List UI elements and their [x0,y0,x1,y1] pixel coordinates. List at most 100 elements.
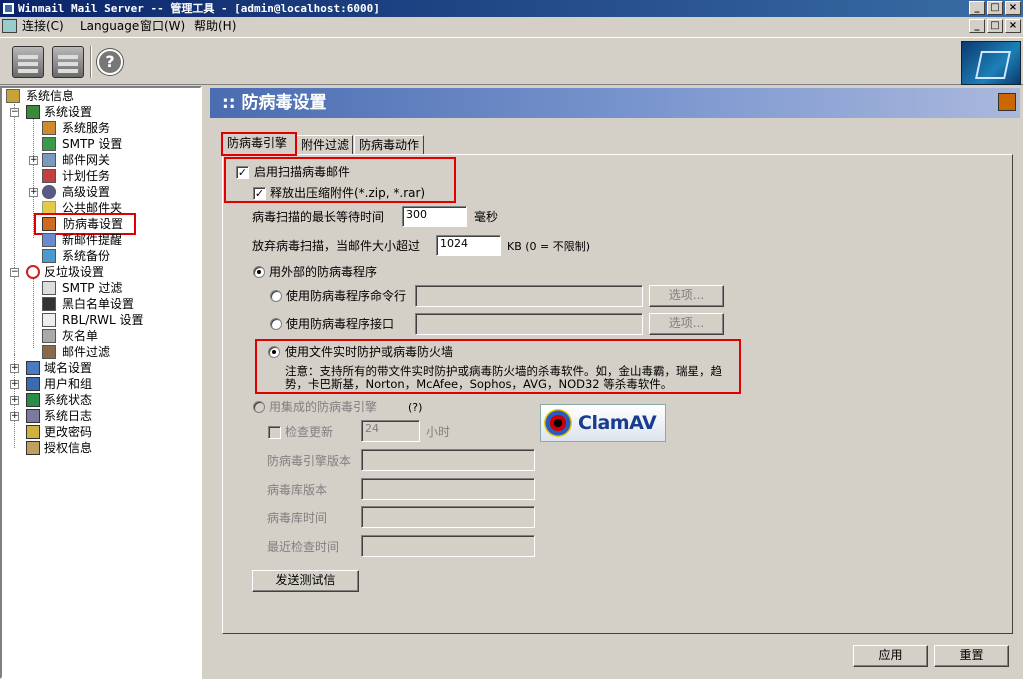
mdi-close-button[interactable]: × [1005,19,1021,33]
use-interface-label: 使用防病毒程序接口 [286,317,395,331]
connect-icon [2,19,17,33]
filter-icon [42,281,56,295]
release-compressed-label: 释放出压缩附件(*.zip, *.rar) [270,186,426,200]
menu-connect[interactable]: 连接(C) [22,19,64,34]
service-icon [42,121,56,135]
user-icon [42,297,56,311]
help-icon[interactable]: ? [97,49,123,75]
interface-options-button[interactable]: 选项... [649,313,724,335]
release-compressed-checkbox[interactable]: ✓ [253,187,266,200]
cmdline-input[interactable] [415,285,643,307]
engine-version-label: 防病毒引擎版本 [267,454,352,468]
engine-version-field [361,449,535,471]
log-icon [26,409,40,423]
last-check-field [361,535,535,557]
db-version-field [361,478,535,500]
tree-item-antivirus-settings[interactable]: 防病毒设置 [34,213,136,235]
use-builtin-label: 用集成的防病毒引擎 [269,400,378,414]
last-check-label: 最近检查时间 [267,540,340,554]
minimize-button[interactable]: _ [969,1,985,15]
tab-panel [222,154,1013,634]
expand-icon[interactable]: + [10,396,19,405]
apply-button[interactable]: 应用 [853,645,928,667]
key-icon [26,425,40,439]
use-external-label: 用外部的防病毒程序 [269,265,378,279]
skip-size-label: 放弃病毒扫描，当邮件大小超过 [252,239,421,253]
toolbar: ? [0,37,1023,85]
backup-icon [42,249,56,263]
use-cmdline-radio[interactable] [270,290,282,302]
max-wait-label: 病毒扫描的最长等待时间 [252,210,385,224]
clamav-logo: ClamAV [540,404,666,442]
toolbar-separator [90,46,92,78]
reset-button[interactable]: 重置 [934,645,1009,667]
max-wait-input[interactable]: 300 [402,206,467,227]
status-icon [26,393,40,407]
db-time-field [361,506,535,528]
winmail-logo [961,41,1021,85]
domain-icon [26,361,40,375]
filter-icon [42,345,56,359]
connect-server-icon[interactable] [12,46,44,78]
use-realtime-label: 使用文件实时防护或病毒防火墙 [285,345,454,359]
info-icon [6,89,20,103]
cmdline-options-button[interactable]: 选项... [649,285,724,307]
collapse-icon[interactable]: − [10,108,19,117]
gear-icon [42,185,56,199]
mdi-restore-button[interactable]: □ [987,19,1003,33]
check-update-label: 检查更新 [285,425,334,439]
skip-size-input[interactable]: 1024 [436,235,501,256]
check-update-checkbox[interactable] [268,426,281,439]
maximize-button[interactable]: □ [987,1,1003,15]
enable-scan-label: 启用扫描病毒邮件 [254,165,351,179]
menu-window[interactable]: 窗口(W) [140,19,185,34]
menu-language[interactable]: Language [80,19,139,34]
update-hours-input[interactable]: 24 [361,420,420,442]
send-test-button[interactable]: 发送测试信 [252,570,359,592]
pencil-icon [42,329,56,343]
folder-icon [42,201,56,215]
antivirus-note: 注意：支持所有的带文件实时防护或病毒防火墙的杀毒软件。如，金山毒霸，瑞星，趋势，… [285,364,722,391]
use-builtin-radio[interactable] [253,401,265,413]
expand-icon[interactable]: + [29,188,38,197]
use-cmdline-label: 使用防病毒程序命令行 [286,289,407,303]
title-bar: Winmail Mail Server -- 管理工具 - [admin@loc… [0,0,1023,17]
panel-header: :: 防病毒设置 [210,88,1020,118]
collapse-icon[interactable]: − [10,268,19,277]
smtp-icon [42,137,56,151]
expand-icon[interactable]: + [10,364,19,373]
antivirus-icon [42,217,56,231]
use-external-radio[interactable] [253,266,265,278]
update-hours-unit: 小时 [426,425,451,439]
app-icon [2,2,15,15]
panel-title: :: 防病毒设置 [222,93,327,113]
use-interface-radio[interactable] [270,318,282,330]
close-button[interactable]: × [1005,1,1021,15]
menu-help[interactable]: 帮助(H) [194,19,236,34]
expand-icon[interactable]: + [29,156,38,165]
db-version-label: 病毒库版本 [267,483,328,497]
license-icon [26,441,40,455]
clamav-eye-icon [544,409,572,437]
users-icon [26,377,40,391]
db-time-label: 病毒库时间 [267,511,328,525]
tab-antivirus-engine[interactable]: 防病毒引擎 [221,132,297,156]
expand-icon[interactable]: + [10,412,19,421]
enable-scan-checkbox[interactable]: ✓ [236,166,249,179]
settings-icon [26,105,40,119]
skip-size-unit: KB (0 = 不限制) [507,240,591,253]
max-wait-unit: 毫秒 [474,210,499,224]
disconnect-server-icon[interactable] [52,46,84,78]
notify-icon [42,233,56,247]
interface-input[interactable] [415,313,643,335]
menu-bar: 连接(C) Language 窗口(W) 帮助(H) _ □ × [0,17,1023,36]
antispam-icon [26,265,40,279]
mdi-minimize-button[interactable]: _ [969,19,985,33]
expand-icon[interactable]: + [10,380,19,389]
task-icon [42,169,56,183]
mail-icon [42,313,56,327]
tab-antivirus-action[interactable]: 防病毒动作 [354,135,424,155]
tab-attachment-filter[interactable]: 附件过滤 [296,135,353,155]
builtin-help-link[interactable]: (?) [408,400,422,415]
use-realtime-radio[interactable] [268,346,280,358]
